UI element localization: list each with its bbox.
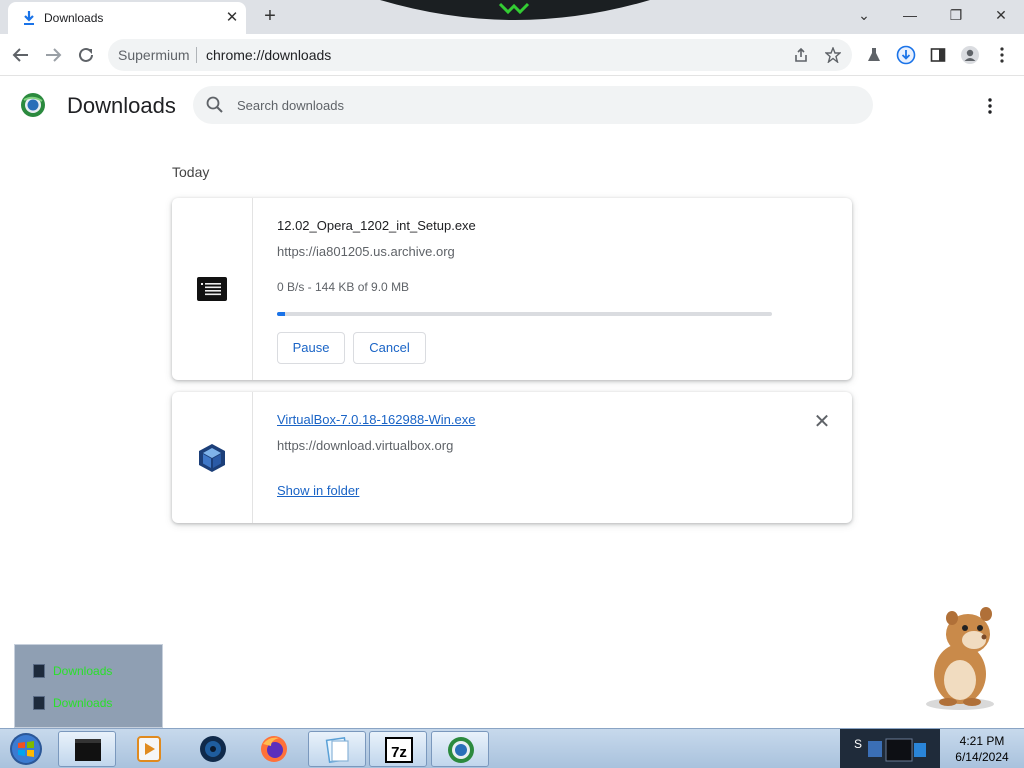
window-list-item[interactable]: Downloads [33,694,112,712]
back-arrow-icon [12,48,28,62]
omnibox-divider [196,47,197,63]
download-progress-bar [277,312,772,316]
cancel-button[interactable]: Cancel [353,332,426,364]
back-button[interactable] [8,42,34,68]
tray-letter: S [854,737,863,751]
terminal-icon [75,739,101,761]
window-icon [33,664,45,678]
url-text: chrome://downloads [206,47,332,63]
taskbar-app-supermium[interactable] [431,731,489,767]
labs-flask-icon[interactable] [861,42,887,68]
dark-orb-icon [200,736,226,762]
page-title: Downloads [67,93,176,118]
taskbar-app-firefox[interactable] [245,731,303,767]
supermium-icon [448,737,474,763]
minimize-button[interactable]: — [898,4,922,26]
forward-button[interactable] [40,42,66,68]
system-tray: S [840,729,940,768]
reload-button[interactable] [73,42,99,68]
tab-close-button[interactable]: ✕ [222,8,242,28]
share-icon[interactable] [788,42,814,68]
download-file-name: 12.02_Opera_1202_int_Setup.exe [277,218,476,233]
downloads-more-actions-button[interactable] [978,94,1002,118]
supermium-logo-icon [21,93,45,117]
installer-file-icon [197,277,227,301]
download-progress-fill [277,312,285,316]
media-player-icon [137,736,161,762]
taskbar-window-list-popup: Downloads Downloads [14,644,163,728]
address-bar[interactable]: Supermium chrome://downloads [108,39,852,71]
browser-toolbar: Supermium chrome://downloads [0,34,1024,76]
taskbar-app-terminal[interactable] [58,731,116,767]
search-icon [206,96,223,113]
side-panel-icon[interactable] [925,42,951,68]
show-in-folder-link[interactable]: Show in folder [277,483,359,498]
notepad-icon [325,737,349,763]
site-chip: Supermium [118,47,190,63]
tab-title: Downloads [44,11,104,25]
card-icon-column [172,198,253,380]
date-group-label: Today [172,164,210,180]
reload-icon [79,47,93,62]
svg-text:7z: 7z [391,744,407,761]
pause-button[interactable]: Pause [277,332,345,364]
window-icon [33,696,45,710]
search-bar [193,86,873,124]
download-source-url: https://download.virtualbox.org [277,438,454,453]
download-status: 0 B/s - 144 KB of 9.0 MB [277,280,410,294]
download-card-in-progress: 12.02_Opera_1202_int_Setup.exe https://i… [172,198,852,380]
new-tab-button[interactable]: + [258,5,282,29]
start-button[interactable] [6,731,46,767]
search-input[interactable] [237,86,857,124]
taskbar-app-media-player[interactable] [120,731,178,767]
taskbar-app-orb[interactable] [184,731,242,767]
download-file-link[interactable]: VirtualBox-7.0.18-162988-Win.exe [277,412,476,427]
windows-taskbar: 7z S 4:21 PM 6/14/2024 [0,728,1024,768]
maximize-button[interactable]: ❐ [944,4,968,26]
window-list-item[interactable]: Downloads [33,662,112,680]
taskbar-app-7zip[interactable]: 7z [369,731,427,767]
7zip-icon: 7z [385,737,413,763]
windows-orb-icon [10,733,42,765]
tab-strip: Downloads ✕ + ⌄ — ❐ ✕ [0,0,1024,34]
hamster-mascot-icon [926,607,994,710]
theme-decoration [380,0,650,20]
profile-avatar-icon[interactable] [957,42,983,68]
clock-date: 6/14/2024 [955,750,1009,764]
window-list-item-label: Downloads [53,696,113,710]
kebab-menu-icon [988,98,992,114]
window-list-item-label: Downloads [53,664,113,678]
taskbar-app-notepad[interactable] [308,731,366,767]
kebab-menu-icon [1000,47,1004,63]
taskbar-clock[interactable]: 4:21 PM 6/14/2024 [940,729,1024,768]
download-card-complete: VirtualBox-7.0.18-162988-Win.exe https:/… [172,392,852,523]
browser-menu-button[interactable] [989,42,1015,68]
virtualbox-icon [199,444,225,472]
clock-time: 4:21 PM [959,734,1005,748]
download-circle-icon [896,45,916,65]
close-window-button[interactable]: ✕ [989,4,1013,26]
download-icon [24,11,34,25]
tab-downloads[interactable]: Downloads ✕ [8,2,246,34]
tray-app-icon[interactable] [866,737,930,763]
firefox-icon [261,736,287,762]
tab-search-chevron-icon[interactable]: ⌄ [852,4,876,26]
remove-from-list-button[interactable]: ✕ [812,412,832,432]
bookmark-star-icon[interactable] [820,42,846,68]
downloads-toolbar-button[interactable] [893,42,919,68]
forward-arrow-icon [46,48,62,62]
download-source-url: https://ia801205.us.archive.org [277,244,455,259]
card-icon-column [172,392,253,523]
